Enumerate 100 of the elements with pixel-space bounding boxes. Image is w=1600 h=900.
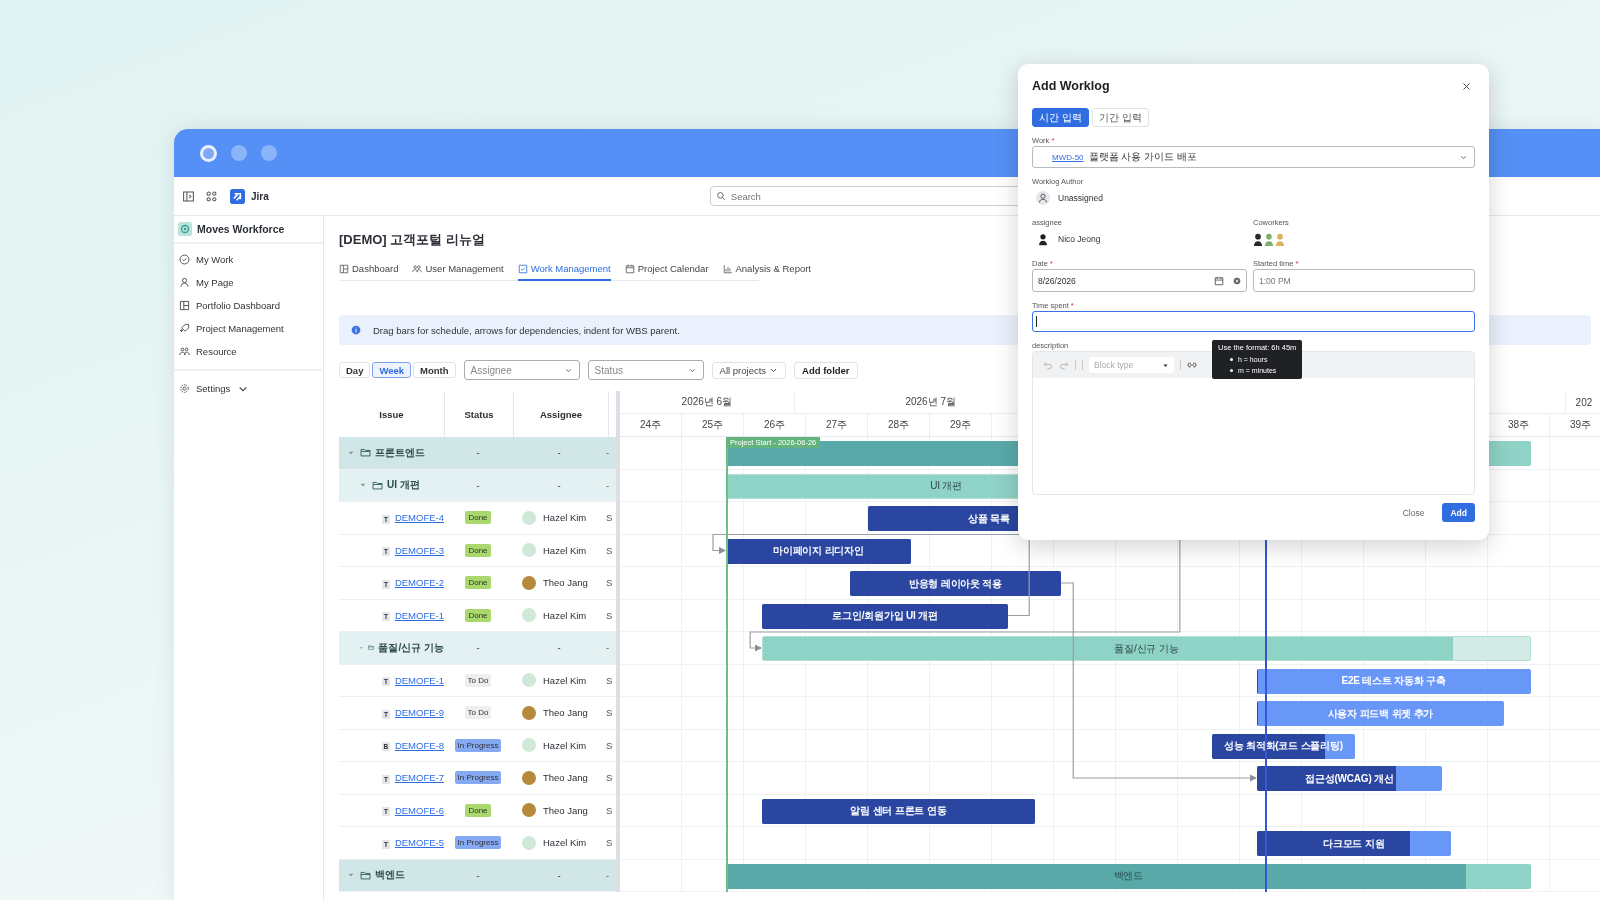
bar-label: UI 개편	[930, 479, 962, 493]
sidebar-item[interactable]: Resource	[174, 340, 322, 363]
sidebar-item[interactable]: My Page	[174, 271, 322, 294]
sidebar-toggle-icon[interactable]	[182, 189, 195, 203]
clear-icon[interactable]	[1233, 276, 1241, 285]
add-button[interactable]: Add	[1442, 503, 1475, 522]
close-icon[interactable]	[1462, 81, 1471, 91]
project-title: [DEMO] 고객포털 리뉴얼	[339, 231, 485, 249]
scale-button[interactable]: Month	[413, 362, 456, 378]
project-filter-button[interactable]: All projects	[711, 361, 787, 379]
issue-key-link[interactable]: DEMOFE-1	[394, 609, 444, 621]
caret-icon	[1162, 361, 1169, 369]
bar-chart-icon	[722, 263, 733, 274]
gantt-bar[interactable]: 마이페이지 리디자인	[726, 538, 911, 564]
layout-icon	[339, 263, 349, 274]
assignee-name: Hazel Kim	[543, 512, 587, 524]
assignee-name: Theo Jang	[543, 577, 588, 589]
week-label: 28주	[887, 418, 910, 432]
folder-icon	[372, 479, 383, 491]
status-text: -	[476, 479, 480, 491]
sidebar-item[interactable]: Project Management	[174, 317, 322, 340]
sidebar-item[interactable]: My Work	[174, 248, 322, 271]
scale-button[interactable]: Week	[372, 362, 412, 378]
status-badge: To Do	[464, 673, 492, 687]
table-cell: -	[606, 479, 610, 491]
month-label: 2026년 7월	[905, 395, 956, 409]
bar-label: 마이페이지 리디자인	[773, 544, 864, 558]
table-cell: S	[606, 674, 613, 686]
bar-label: 상품 목록	[968, 511, 1010, 526]
time-field[interactable]: 1:00 PM	[1253, 269, 1475, 292]
assignee-name: Hazel Kim	[543, 544, 587, 556]
group-name: 프론트엔드	[375, 445, 425, 460]
settings-item[interactable]: Settings	[174, 377, 323, 400]
assignee-text: -	[557, 447, 561, 459]
assignee-select[interactable]: Assignee	[463, 360, 580, 380]
folder-icon	[360, 447, 371, 459]
issue-key-link[interactable]: DEMOFE-9	[394, 707, 444, 719]
issue-key-link[interactable]: DEMOFE-5	[394, 837, 444, 849]
mode-tab[interactable]: 시간 입력	[1032, 108, 1089, 127]
gantt-bar[interactable]: 백엔드	[726, 863, 1531, 889]
mode-tab[interactable]: 기간 입력	[1091, 108, 1149, 127]
project-tab[interactable]: Project Calendar	[624, 260, 709, 281]
work-select[interactable]: MWD-50 플랫폼 사용 가이드 배포	[1032, 146, 1475, 168]
week-label: 25주	[701, 418, 724, 432]
table-cell: S	[606, 544, 613, 556]
close-button[interactable]: Close	[1394, 503, 1433, 522]
gantt-bar[interactable]: 로그인/회원가입 UI 개편	[761, 603, 1009, 629]
issue-key-link[interactable]: DEMOFE-6	[394, 804, 444, 816]
project-tab[interactable]: User Management	[412, 260, 504, 281]
sidebar-item[interactable]: Portfolio Dashboard	[174, 294, 322, 317]
status-badge: In Progress	[454, 771, 502, 785]
issue-key-link[interactable]: MWD-50	[1052, 152, 1084, 162]
window-control-icon[interactable]	[200, 144, 217, 162]
user-icon	[1036, 191, 1050, 205]
checkbox-icon	[517, 263, 528, 274]
date-field[interactable]: 8/26/2026	[1032, 269, 1247, 292]
link-icon[interactable]	[1187, 360, 1197, 370]
info-text: Drag bars for schedule, arrows for dependencies, indent for WBS parent.	[373, 324, 680, 336]
project-tab[interactable]: Work Management	[517, 260, 611, 281]
time-spent-field[interactable]	[1032, 311, 1475, 332]
bar-label: 알림 센터 프론트 연동	[850, 804, 947, 818]
status-badge: Done	[465, 576, 491, 590]
issue-key-link[interactable]: DEMOFE-7	[394, 772, 444, 784]
group-name: 백엔드	[375, 868, 405, 883]
project-tab[interactable]: Analysis & Report	[722, 260, 811, 281]
workspace-logo-icon	[178, 222, 192, 236]
rocket-icon	[179, 323, 190, 334]
issue-key-link[interactable]: DEMOFE-4	[394, 512, 444, 524]
add-folder-button[interactable]: Add folder	[794, 361, 858, 379]
status-select[interactable]: Status	[587, 360, 704, 380]
bullet-icon	[1230, 369, 1233, 372]
bar-label: 사용자 피드백 위젯 추가	[1327, 706, 1434, 721]
assignee-name: Nico Jeong	[1058, 234, 1101, 244]
gantt-bar[interactable]: 품질/신규 기능	[761, 636, 1531, 661]
table-cell: S	[606, 772, 613, 784]
app-logo-icon[interactable]	[230, 188, 245, 204]
status-badge: In Progress	[454, 836, 502, 850]
gantt-bar[interactable]: 알림 센터 프론트 연동	[761, 798, 1035, 824]
gantt-bar[interactable]: 성능 최적화(코드 스플리팅)	[1212, 733, 1355, 759]
dialog-title: Add Worklog	[1032, 79, 1110, 93]
week-label: 27주	[825, 418, 848, 432]
table-cell: S	[606, 609, 613, 621]
bar-label: 다크모드 지원	[1323, 836, 1385, 851]
gantt-bar[interactable]: 접근성(WCAG) 개선	[1256, 766, 1443, 791]
apps-grid-icon[interactable]	[205, 189, 218, 203]
scale-button[interactable]: Day	[339, 362, 371, 378]
month-label: 2026년 6월	[681, 395, 733, 409]
calendar-icon[interactable]	[1214, 275, 1224, 286]
person-icon	[179, 277, 190, 288]
issue-key-link[interactable]: DEMOFE-8	[394, 739, 444, 751]
status-badge: In Progress	[454, 738, 502, 752]
issue-key-link[interactable]: DEMOFE-1	[394, 674, 444, 686]
project-tab[interactable]: Dashboard	[339, 260, 399, 281]
issue-key-link[interactable]: DEMOFE-2	[394, 577, 444, 589]
gantt-bar[interactable]: 다크모드 지원	[1256, 831, 1451, 856]
issue-key-link[interactable]: DEMOFE-3	[394, 544, 444, 556]
gantt-bar[interactable]: 반응형 레이아웃 적용	[850, 571, 1061, 596]
table-cell: S	[606, 512, 613, 524]
settings-icon	[179, 383, 190, 394]
status-text: -	[476, 642, 480, 654]
